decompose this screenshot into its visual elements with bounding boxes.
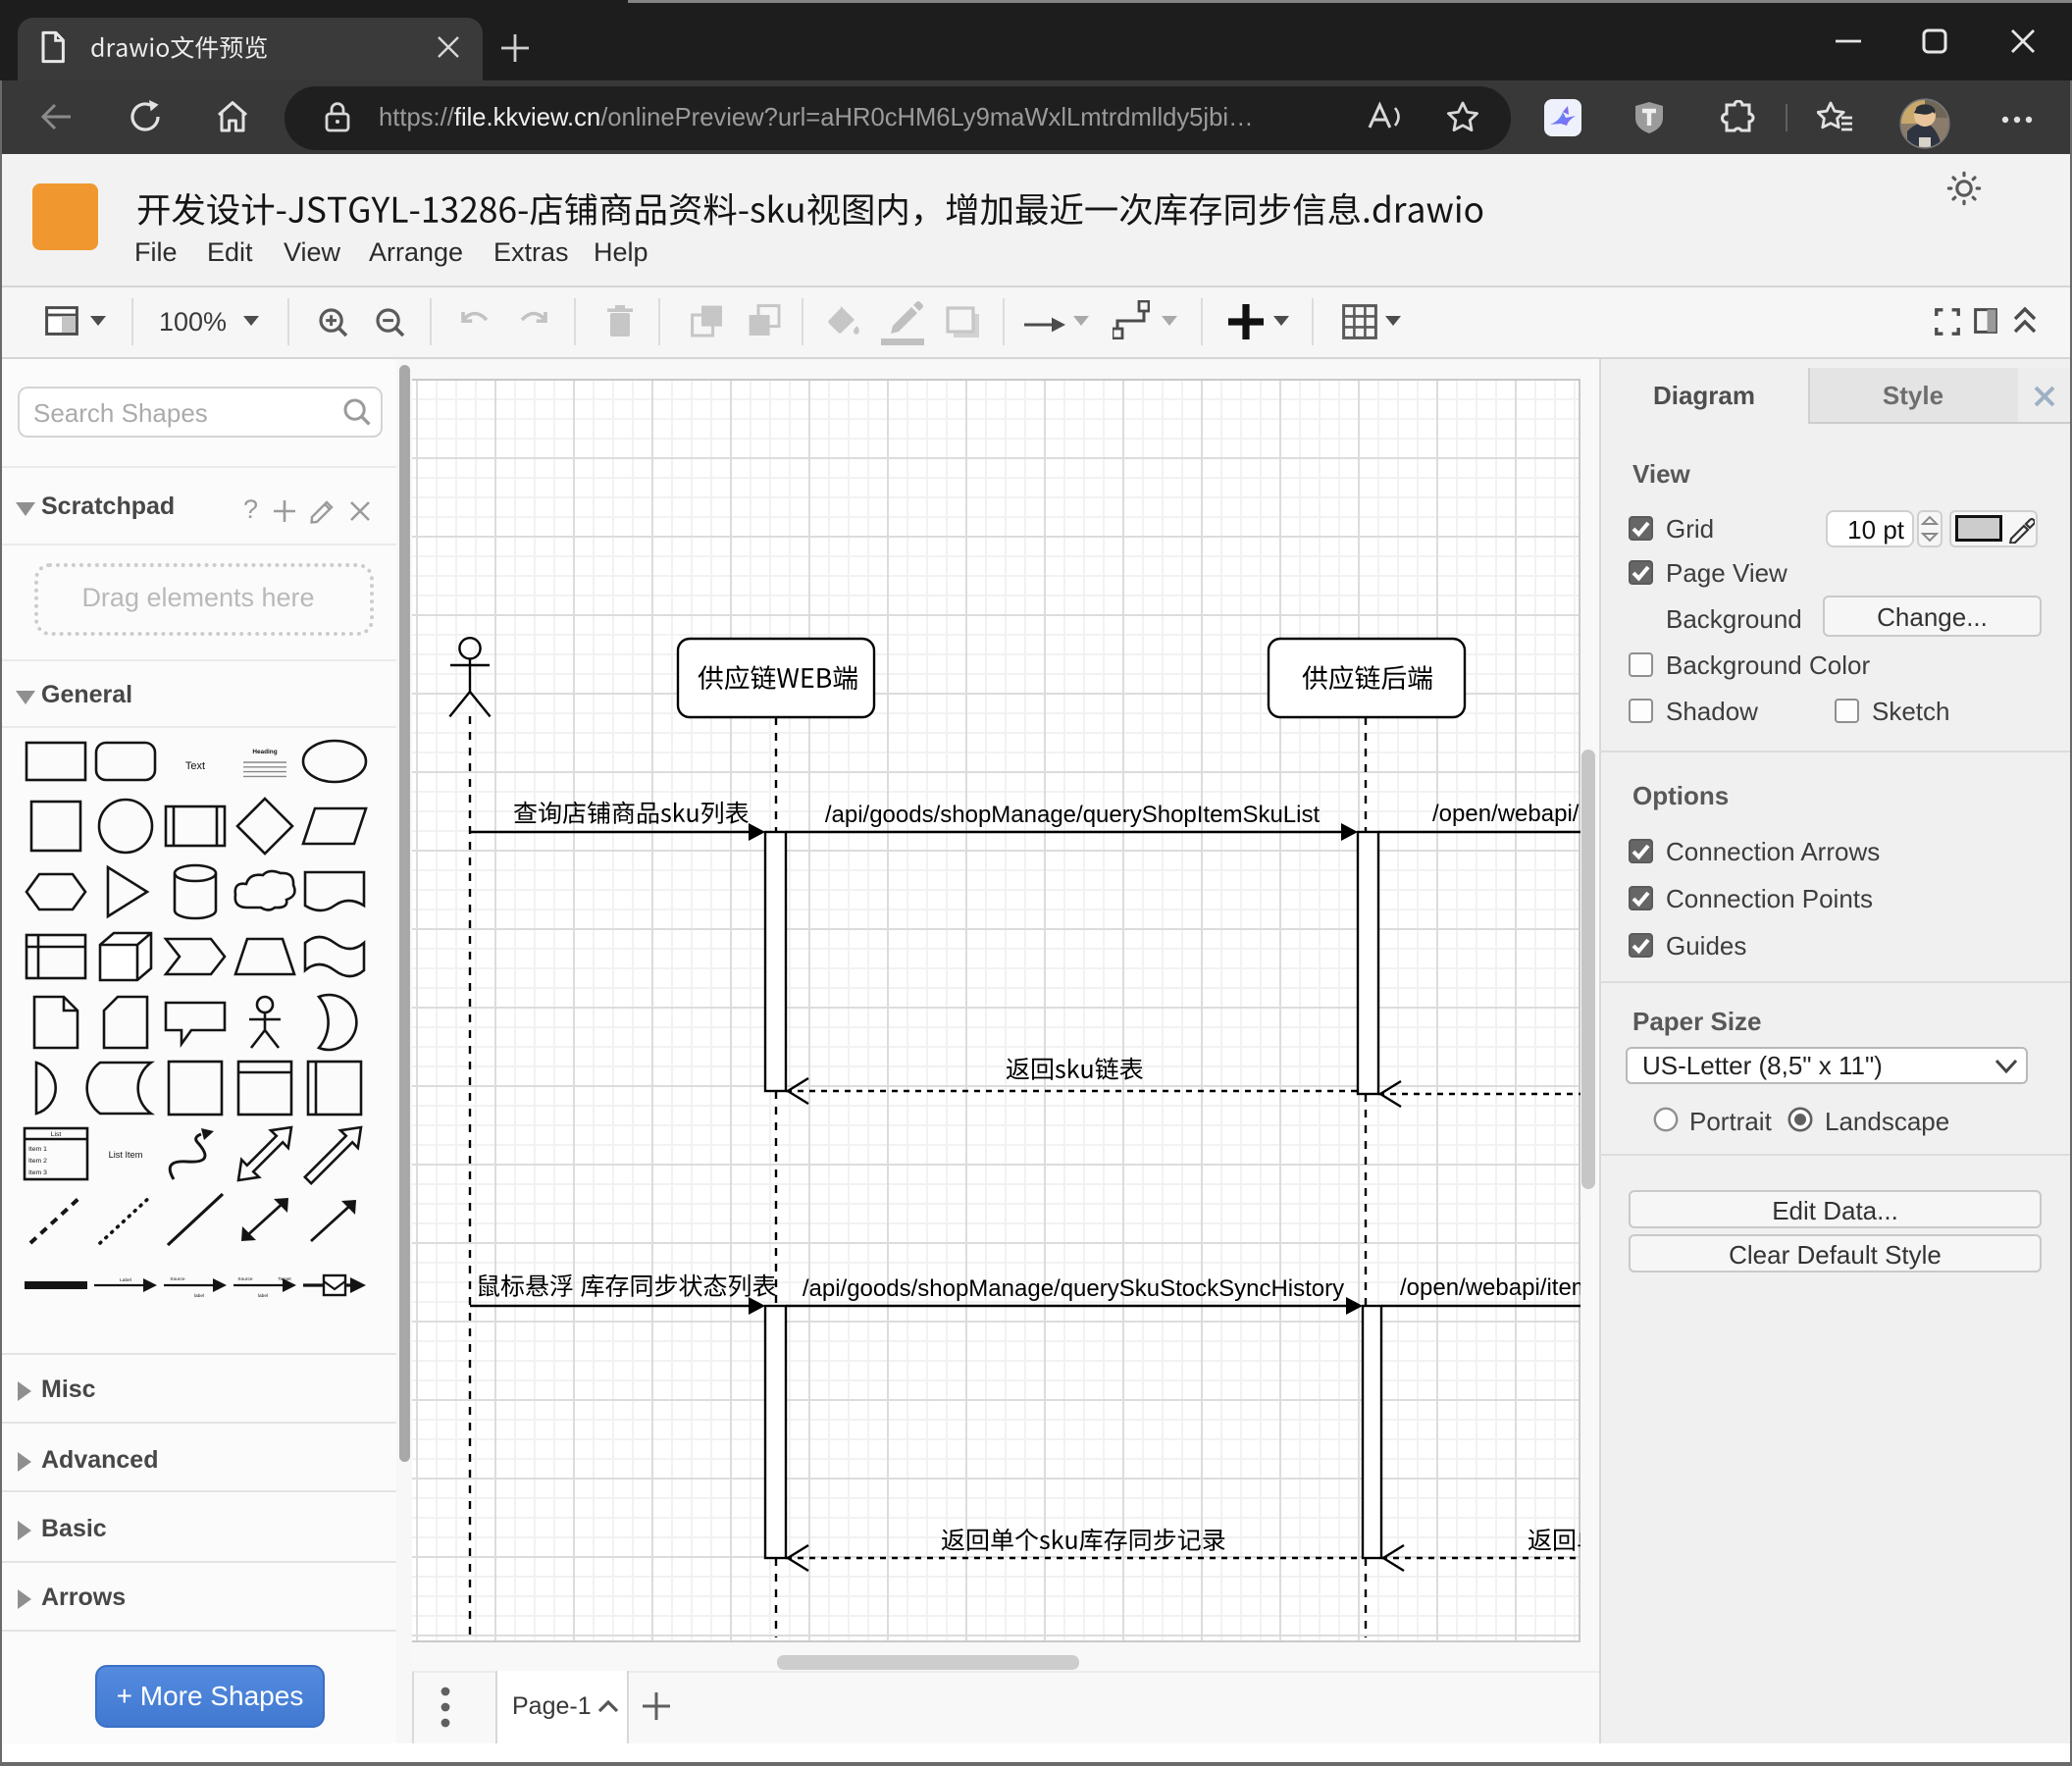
svg-text:Source: Source [237,1276,253,1282]
svg-text:Target: Target [278,1276,291,1282]
svg-text:/api/goods/shopManage/querySku: /api/goods/shopManage/querySkuStockSyncH… [803,1275,1344,1302]
svg-text:/api/goods/shopManage/querySho: /api/goods/shopManage/queryShopItemSkuLi… [825,802,1321,828]
svg-text:Text: Text [185,760,205,772]
svg-text:Item 1: Item 1 [28,1146,47,1153]
svg-text:Source: Source [170,1276,185,1282]
svg-text:Item 2: Item 2 [28,1158,47,1165]
svg-text:Item 3: Item 3 [28,1169,47,1176]
svg-text:Heading: Heading [252,749,277,755]
svg-text:List Item: List Item [109,1150,143,1160]
svg-text:List: List [51,1131,62,1138]
svg-text:label: label [194,1293,204,1299]
svg-text:label: label [258,1293,268,1299]
svg-text:Label: Label [120,1277,131,1283]
